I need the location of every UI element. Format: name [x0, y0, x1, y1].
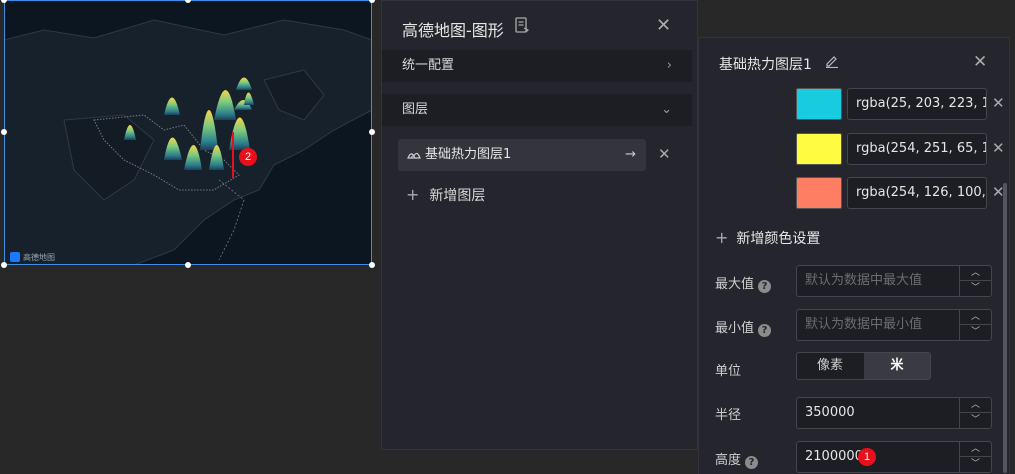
- resize-handle[interactable]: [185, 262, 191, 268]
- layer-item-label: 基础热力图层1: [425, 147, 512, 162]
- height-label: 高度?: [715, 449, 759, 469]
- chevron-up-icon[interactable]: ︿: [960, 398, 991, 413]
- color-swatch[interactable]: [796, 177, 842, 209]
- max-value-placeholder: 默认为数据中最大值: [805, 273, 923, 288]
- plus-icon: +: [715, 228, 729, 247]
- min-value-placeholder: 默认为数据中最小值: [805, 317, 923, 332]
- add-layer-label: 新增图层: [429, 188, 486, 204]
- resize-handle[interactable]: [1, 129, 7, 135]
- resize-handle[interactable]: [369, 129, 375, 135]
- close-icon[interactable]: ✕: [973, 52, 987, 72]
- annotation-badge: 2: [239, 148, 257, 166]
- height-input[interactable]: 2100000 1 ︿ ﹀: [796, 441, 992, 473]
- add-layer-button[interactable]: + 新增图层: [406, 185, 485, 205]
- number-stepper[interactable]: ︿ ﹀: [959, 310, 991, 340]
- annotation-badge: 1: [858, 448, 876, 466]
- chevron-down-icon: ⌄: [661, 102, 672, 117]
- number-stepper[interactable]: ︿ ﹀: [959, 442, 991, 472]
- max-value-input[interactable]: 默认为数据中最大值 ︿ ﹀: [796, 265, 992, 297]
- panel-title: 高德地图-图形: [402, 21, 504, 40]
- radius-label: 半径: [715, 408, 742, 423]
- remove-color-icon[interactable]: ✕: [992, 94, 1005, 112]
- unit-option-meter[interactable]: 米: [864, 353, 930, 379]
- radius-value: 350000: [805, 405, 855, 420]
- add-color-label: 新增颜色设置: [736, 231, 821, 247]
- panel-title: 基础热力图层1: [719, 57, 812, 73]
- heatmap-visual: [4, 19, 372, 265]
- layer-item[interactable]: 基础热力图层1 →: [398, 139, 646, 171]
- unit-option-pixel[interactable]: 像素: [797, 353, 863, 379]
- max-value-label: 最大值?: [715, 273, 772, 293]
- color-swatch[interactable]: [796, 88, 842, 120]
- help-icon[interactable]: ?: [745, 456, 759, 469]
- map-logo-text: 高德地图: [23, 253, 55, 262]
- add-color-button[interactable]: + 新增颜色设置: [715, 228, 820, 248]
- delete-layer-icon[interactable]: ✕: [658, 145, 671, 163]
- scrollbar[interactable]: [1003, 183, 1007, 473]
- close-icon[interactable]: ✕: [656, 17, 671, 35]
- chevron-down-icon[interactable]: ﹀: [960, 281, 991, 296]
- help-icon[interactable]: ?: [758, 324, 772, 337]
- resize-handle[interactable]: [369, 0, 375, 3]
- min-value-input[interactable]: 默认为数据中最小值 ︿ ﹀: [796, 309, 992, 341]
- unit-label: 单位: [715, 364, 742, 379]
- resize-handle[interactable]: [369, 262, 375, 268]
- plus-icon: +: [406, 185, 420, 204]
- map-logo-icon: [10, 252, 20, 262]
- chevron-down-icon[interactable]: ﹀: [960, 325, 991, 340]
- color-value-input[interactable]: rgba(254, 251, 65, 1): [847, 133, 987, 165]
- color-value-input[interactable]: rgba(254, 126, 100, 1): [847, 177, 987, 209]
- color-swatch[interactable]: [796, 133, 842, 165]
- section-unified-config[interactable]: 统一配置 ›: [382, 50, 692, 82]
- arrow-right-icon[interactable]: →: [625, 139, 636, 171]
- radius-input[interactable]: 350000 ︿ ﹀: [796, 397, 992, 429]
- min-value-label: 最小值?: [715, 317, 772, 337]
- height-label-text: 高度: [715, 453, 742, 468]
- number-stepper[interactable]: ︿ ﹀: [959, 266, 991, 296]
- chevron-up-icon[interactable]: ︿: [960, 310, 991, 325]
- height-value: 2100000: [805, 449, 863, 464]
- remove-color-icon[interactable]: ✕: [992, 139, 1005, 157]
- heat-layer-config-panel: 基础热力图层1 ✕ rgba(25, 203, 223, 1) ✕ rgba(2…: [698, 37, 1010, 474]
- number-stepper[interactable]: ︿ ﹀: [959, 398, 991, 428]
- section-label: 图层: [402, 102, 429, 117]
- chevron-down-icon[interactable]: ﹀: [960, 413, 991, 428]
- chevron-up-icon[interactable]: ︿: [960, 442, 991, 457]
- unit-toggle[interactable]: 像素 米: [796, 352, 931, 380]
- heat-layer-icon: [407, 152, 421, 159]
- help-icon[interactable]: ?: [758, 280, 772, 293]
- graphic-config-panel: 高德地图-图形 ✕ 统一配置 › 图层 ⌄ 基础热力图层1 → ✕ + 新增图层: [381, 0, 698, 450]
- color-value-input[interactable]: rgba(25, 203, 223, 1): [847, 88, 987, 120]
- chevron-right-icon: ›: [666, 58, 672, 73]
- section-layers[interactable]: 图层 ⌄: [382, 94, 692, 126]
- section-label: 统一配置: [402, 58, 455, 73]
- map-canvas[interactable]: 高德地图: [4, 0, 372, 265]
- resize-handle[interactable]: [1, 262, 7, 268]
- chevron-down-icon[interactable]: ﹀: [960, 457, 991, 472]
- min-label-text: 最小值: [715, 321, 755, 336]
- max-label-text: 最大值: [715, 277, 755, 292]
- chevron-up-icon[interactable]: ︿: [960, 266, 991, 281]
- edit-icon[interactable]: [825, 54, 839, 68]
- document-icon[interactable]: [515, 17, 529, 33]
